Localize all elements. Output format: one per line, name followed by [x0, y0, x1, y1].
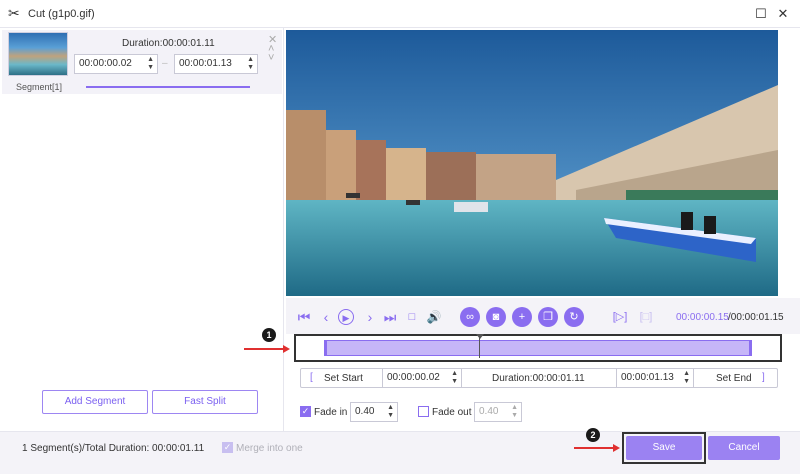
cancel-button[interactable]: Cancel — [708, 436, 780, 460]
stop-icon[interactable]: □ — [404, 309, 420, 325]
set-start-button[interactable]: Set Start — [324, 373, 363, 384]
stepper-icon[interactable]: ▲ ▼ — [451, 370, 458, 386]
bracket-close-icon: ] — [762, 372, 765, 383]
fade-in-value: 0.40 — [355, 406, 375, 417]
stepper-icon[interactable]: ▲ ▼ — [247, 56, 254, 72]
segment-list-panel: Duration:00:00:01.11 00:00:00.02 ▲ ▼ – 00… — [0, 28, 284, 431]
window-title: Cut (g1p0.gif) — [28, 8, 95, 20]
segment-controls-icon[interactable]: ✕ ˄ ˅ — [268, 35, 277, 64]
segment-label: Segment[1] — [16, 82, 63, 92]
segment-thumbnail — [8, 32, 68, 76]
range-start-handle[interactable] — [324, 340, 327, 356]
total-duration-summary: 1 Segment(s)/Total Duration: 00:00:01.11 — [22, 443, 205, 454]
previous-frame-icon[interactable]: ‹ — [318, 309, 334, 325]
next-frame-icon[interactable]: › — [362, 309, 378, 325]
video-preview — [286, 30, 778, 296]
total-time: /00:00:01.15 — [728, 312, 784, 323]
fade-out-checkbox[interactable] — [418, 406, 429, 417]
start-time-field[interactable]: 00:00:00.02 ▲ ▼ — [382, 368, 462, 388]
dash-separator: – — [162, 58, 168, 69]
go-to-start-icon[interactable]: ⏮ — [296, 309, 312, 325]
set-end-button[interactable]: Set End — [716, 373, 752, 384]
range-duration: Duration:00:00:01.11 — [492, 373, 585, 384]
end-time-value: 00:00:01.13 — [621, 372, 674, 383]
selected-range-bar[interactable] — [324, 340, 752, 356]
loop-icon[interactable]: ∞ — [460, 307, 480, 327]
range-end-handle[interactable] — [749, 340, 752, 356]
go-to-end-icon[interactable]: ⏭ — [382, 309, 398, 325]
scissors-icon: ✂ — [8, 5, 20, 21]
maximize-icon[interactable]: ☐ — [752, 5, 770, 23]
playhead[interactable] — [479, 336, 480, 358]
start-time-value: 00:00:00.02 — [387, 372, 440, 383]
segment-start-time-field[interactable]: 00:00:00.02 ▲ ▼ — [74, 54, 158, 74]
volume-icon[interactable]: 🔊 — [426, 309, 442, 325]
segment-duration: Duration:00:00:01.11 — [122, 38, 215, 49]
segment-start-time-value: 00:00:00.02 — [79, 58, 132, 69]
close-icon[interactable]: ✕ — [774, 5, 792, 23]
split-icon[interactable]: [▷] — [612, 309, 628, 325]
fade-out-field: 0.40 ▲ ▼ — [474, 402, 522, 422]
stepper-icon[interactable]: ▲ ▼ — [683, 370, 690, 386]
fade-in-label: Fade in — [314, 407, 348, 418]
reset-icon[interactable]: ↻ — [564, 307, 584, 327]
segment-end-time-field[interactable]: 00:00:01.13 ▲ ▼ — [174, 54, 258, 74]
add-segment-button[interactable]: Add Segment — [42, 390, 148, 414]
play-icon[interactable]: ▶ — [338, 309, 354, 325]
video-frame-image — [286, 30, 778, 296]
fade-in-field[interactable]: 0.40 ▲ ▼ — [350, 402, 398, 422]
add-icon[interactable]: + — [512, 307, 532, 327]
snapshot-icon[interactable]: ◙ — [486, 307, 506, 327]
stepper-icon[interactable]: ▲ ▼ — [147, 56, 154, 72]
fade-in-checkbox[interactable]: ✓ — [300, 406, 311, 417]
copy-icon[interactable]: ❐ — [538, 307, 558, 327]
arrow-head-icon — [283, 345, 290, 353]
arrow-head-icon — [613, 444, 620, 452]
title-bar: ✂ Cut (g1p0.gif) ☐ ✕ — [0, 0, 800, 28]
split-disabled-icon: [□] — [639, 311, 653, 323]
segment-range-line — [86, 86, 250, 88]
segment-row[interactable]: Duration:00:00:01.11 00:00:00.02 ▲ ▼ – 00… — [2, 30, 282, 94]
stepper-icon: ▲ ▼ — [511, 404, 518, 419]
fast-split-button[interactable]: Fast Split — [152, 390, 258, 414]
playhead-marker-icon — [476, 334, 484, 339]
annotation-marker-2: 2 — [586, 428, 600, 442]
end-time-field[interactable]: 00:00:01.13 ▲ ▼ — [616, 368, 694, 388]
current-time: 00:00:00.15 — [676, 312, 729, 323]
segment-end-time-value: 00:00:01.13 — [179, 58, 232, 69]
save-button[interactable]: Save — [626, 436, 702, 460]
merge-label: Merge into one — [236, 443, 303, 454]
fade-out-value: 0.40 — [479, 406, 499, 417]
annotation-arrow-1 — [244, 348, 284, 350]
annotation-marker-1: 1 — [262, 328, 276, 342]
fade-out-label: Fade out — [432, 407, 472, 418]
merge-checkbox: ✓ — [222, 442, 233, 453]
bracket-open-icon: [ — [310, 372, 313, 383]
annotation-arrow-2 — [574, 447, 614, 449]
stepper-icon[interactable]: ▲ ▼ — [387, 404, 394, 420]
